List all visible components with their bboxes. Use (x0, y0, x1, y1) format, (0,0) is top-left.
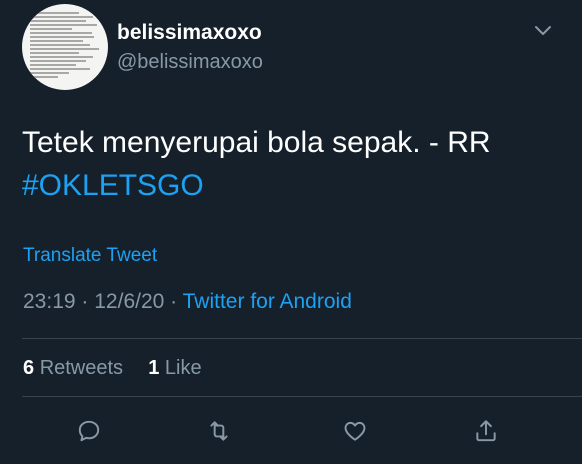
likes-stat[interactable]: 1 Like (148, 357, 201, 379)
tweet-source-link[interactable]: Twitter for Android (183, 290, 352, 313)
tweet-meta: 23:19 · 12/6/20 · Twitter for Android (23, 288, 352, 316)
divider (22, 396, 582, 397)
tweet-body: Tetek menyerupai bola sepak. - RR (22, 126, 491, 159)
like-count: 1 (148, 357, 160, 379)
retweet-label: Retweets (39, 357, 124, 379)
tweet-actions (0, 411, 582, 451)
reply-icon[interactable] (73, 415, 105, 447)
retweet-count: 6 (23, 357, 35, 379)
retweets-stat[interactable]: 6 Retweets (23, 357, 129, 379)
heart-icon[interactable] (339, 415, 371, 447)
share-icon[interactable] (470, 415, 502, 447)
display-name[interactable]: belissimaxoxo (117, 20, 263, 46)
avatar-image (30, 12, 100, 82)
user-handle[interactable]: @belissimaxoxo (117, 50, 263, 74)
tweet-detail: belissimaxoxo @belissimaxoxo Tetek menye… (0, 0, 582, 464)
avatar[interactable] (22, 4, 108, 90)
user-info[interactable]: belissimaxoxo @belissimaxoxo (117, 20, 263, 74)
tweet-date[interactable]: 12/6/20 (94, 290, 164, 313)
retweet-icon[interactable] (203, 415, 235, 447)
like-label: Like (164, 357, 202, 379)
chevron-down-icon[interactable] (534, 24, 552, 38)
divider (22, 338, 582, 339)
tweet-header: belissimaxoxo @belissimaxoxo (22, 4, 562, 96)
tweet-stats: 6 Retweets 1 Like (23, 354, 202, 382)
tweet-text: Tetek menyerupai bola sepak. - RR #OKLET… (22, 121, 562, 207)
tweet-time[interactable]: 23:19 (23, 290, 76, 313)
meta-separator: · (170, 290, 178, 313)
meta-separator: · (81, 290, 89, 313)
hashtag-link[interactable]: #OKLETSGO (22, 164, 562, 207)
translate-tweet-link[interactable]: Translate Tweet (23, 244, 157, 268)
